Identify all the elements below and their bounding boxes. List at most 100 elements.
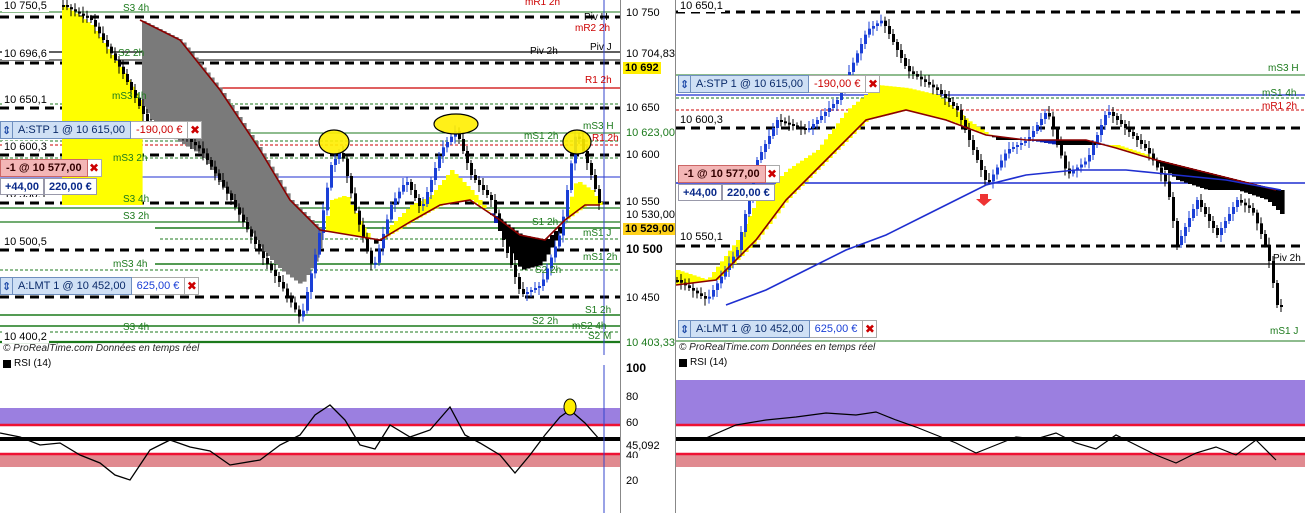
stop-order-label[interactable]: A:STP 1 @ 10 615,00 <box>690 75 809 93</box>
position-eur: 220,00 € <box>721 184 775 201</box>
close-icon[interactable]: ✖ <box>87 159 102 177</box>
ema-ribbon-segment <box>522 235 527 270</box>
position-points: +44,00 <box>0 178 44 195</box>
ema-ribbon-segment <box>530 237 535 268</box>
ema-ribbon-segment <box>546 239 551 255</box>
candle-body <box>1084 161 1087 165</box>
limit-order-label[interactable]: A:LMT 1 @ 10 452,00 <box>690 320 810 338</box>
position-tag[interactable]: -1 @ 10 577,00 ✖ <box>678 165 780 183</box>
ema-ribbon-segment <box>586 187 591 205</box>
candle-body <box>474 175 477 180</box>
top-highlight-2 <box>433 113 479 135</box>
position-tag[interactable]: -1 @ 10 577,00 ✖ <box>0 159 102 177</box>
ema-ribbon-segment <box>542 239 547 262</box>
left-rsi-chart[interactable] <box>0 365 620 513</box>
stop-order-value: -190,00 € <box>130 121 189 139</box>
axis-tick-10403: 10 403,33 <box>626 337 675 349</box>
candle-body <box>1012 147 1015 149</box>
drag-handle-icon[interactable]: ⇕ <box>0 277 12 295</box>
candle-body <box>1212 221 1215 228</box>
drag-handle-icon[interactable]: ⇕ <box>678 320 690 338</box>
candle-body <box>1276 283 1279 305</box>
candle-body <box>410 182 413 190</box>
candle-body <box>310 273 313 292</box>
candle-body <box>1136 136 1139 140</box>
right-chart-pane[interactable]: mS3 H mS1 4h mR1 2h Piv 2h mS1 J 10 650,… <box>675 0 1305 513</box>
limit-order-tag[interactable]: ⇕ A:LMT 1 @ 10 452,00 625,00 € ✖ <box>678 320 878 338</box>
position-label[interactable]: -1 @ 10 577,00 <box>678 165 766 183</box>
ema-ribbon-segment <box>298 208 303 284</box>
ema-ribbon-segment <box>282 186 287 272</box>
close-icon[interactable]: ✖ <box>866 75 881 93</box>
candle-body <box>808 128 811 130</box>
stop-order-label[interactable]: A:STP 1 @ 10 615,00 <box>12 121 131 139</box>
axis-tick-10530: 10 530,00 <box>626 209 675 221</box>
ema-ribbon-segment <box>892 86 897 114</box>
level-s3-4h-b: S3 4h <box>123 194 149 205</box>
candle-body <box>740 232 743 250</box>
candle-body <box>996 167 999 175</box>
stop-order-tag[interactable]: ⇕ A:STP 1 @ 10 615,00 -190,00 € ✖ <box>0 121 203 139</box>
candle-body <box>924 79 927 82</box>
candle-body <box>888 26 891 34</box>
candle-body <box>900 50 903 58</box>
position-label[interactable]: -1 @ 10 577,00 <box>0 159 88 177</box>
candle-body <box>772 128 775 136</box>
candle-body <box>884 20 887 26</box>
candle-body <box>1008 149 1011 154</box>
candle-body <box>704 296 707 299</box>
close-icon[interactable]: ✖ <box>863 320 878 338</box>
candle-body <box>928 82 931 85</box>
candle-body <box>210 160 213 167</box>
copyright-footer: © ProRealTime.com Données en temps réel <box>3 343 200 354</box>
ema-ribbon-segment <box>578 182 583 211</box>
candle-body <box>294 302 297 310</box>
price-label-10500: 10 500,5 <box>2 236 49 248</box>
close-icon[interactable]: ✖ <box>765 165 780 183</box>
candle-body <box>708 296 711 299</box>
left-price-axis[interactable]: 10 750 10 704,83 10 692 10 650 10 623,00… <box>620 0 676 513</box>
candle-body <box>920 76 923 80</box>
axis-tick-10650: 10 650 <box>626 102 660 114</box>
candle-body <box>98 26 101 34</box>
ema-ribbon-segment <box>864 95 869 122</box>
candle-body <box>118 60 121 67</box>
candle-body <box>700 293 703 296</box>
candle-body <box>1188 218 1191 227</box>
limit-order-tag[interactable]: ⇕ A:LMT 1 @ 10 452,00 625,00 € ✖ <box>0 277 200 295</box>
candle-body <box>298 309 301 317</box>
candle-body <box>466 151 469 163</box>
ema-ribbon-segment <box>250 135 255 234</box>
ema-ribbon-segment <box>868 91 873 120</box>
ema-ribbon-segment <box>234 111 239 207</box>
candle-body <box>482 185 485 190</box>
ema-ribbon-segment <box>976 126 981 132</box>
price-label-10696: 10 696,6 <box>2 48 49 60</box>
candle-body <box>114 53 117 60</box>
close-icon[interactable]: ✖ <box>188 121 203 139</box>
ema-ribbon-segment <box>450 170 455 204</box>
right-rsi-chart[interactable] <box>676 365 1305 513</box>
candle-body <box>792 124 795 126</box>
candle-body <box>1260 223 1263 234</box>
drag-handle-icon[interactable]: ⇕ <box>0 121 12 139</box>
drag-handle-icon[interactable]: ⇕ <box>678 75 690 93</box>
candle-body <box>816 120 819 124</box>
stop-order-tag[interactable]: ⇕ A:STP 1 @ 10 615,00 -190,00 € ✖ <box>678 75 881 93</box>
ema-ribbon-segment <box>210 77 215 170</box>
ema-ribbon-segment <box>242 123 247 220</box>
ema-ribbon-segment <box>940 98 945 119</box>
candle-body <box>804 128 807 130</box>
close-icon[interactable]: ✖ <box>185 277 200 295</box>
ema-ribbon-segment <box>134 93 139 205</box>
ema-ribbon-segment <box>1224 177 1229 190</box>
ema-ribbon-segment <box>302 212 307 282</box>
candle-body <box>1196 200 1199 209</box>
limit-order-label[interactable]: A:LMT 1 @ 10 452,00 <box>12 277 132 295</box>
candle-body <box>692 288 695 291</box>
candle-body <box>892 34 895 42</box>
ema-ribbon-segment <box>594 196 599 205</box>
left-chart-pane[interactable]: S3 4h mR1 2h Piv H mR2 2h S2 2h Piv 2h P… <box>0 0 620 513</box>
ema-ribbon-segment <box>916 90 921 113</box>
ema-ribbon-segment <box>258 147 263 247</box>
